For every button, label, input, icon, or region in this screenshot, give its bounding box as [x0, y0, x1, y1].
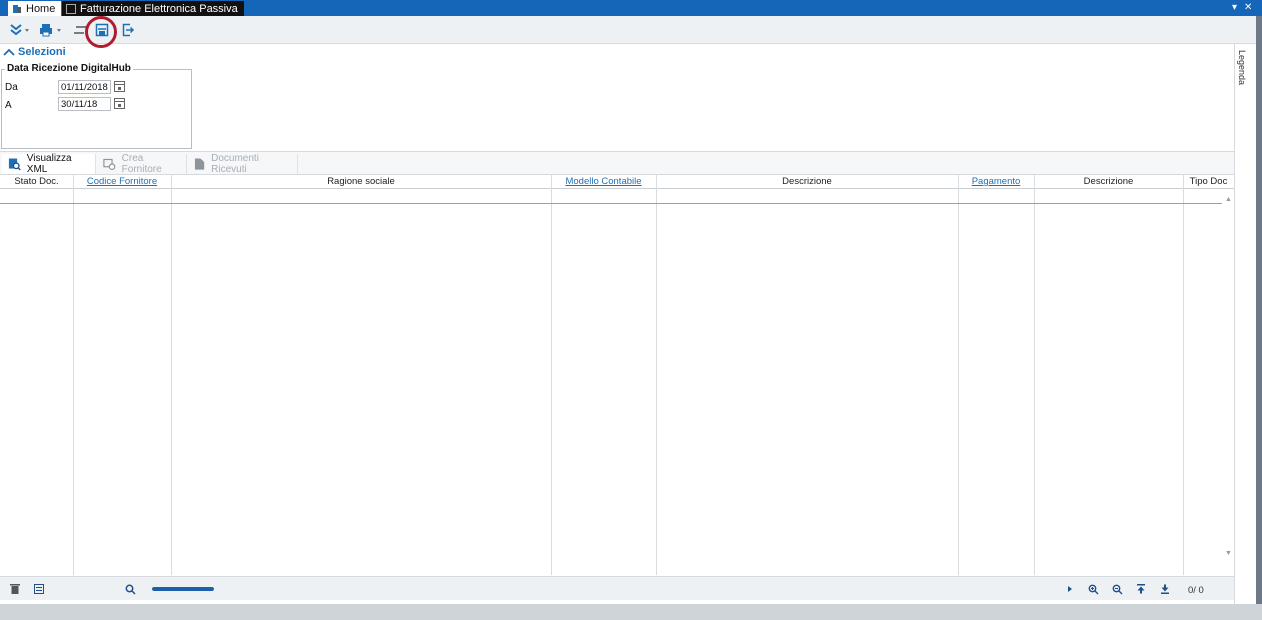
last-record-button[interactable]: [1158, 582, 1172, 596]
first-record-button[interactable]: [1134, 582, 1148, 596]
progress-fill: [152, 587, 214, 591]
column-divider: [958, 175, 959, 575]
received-documents-label: Documenti Ricevuti: [211, 153, 259, 175]
legend-label: Legenda: [1237, 50, 1247, 86]
search-button[interactable]: [123, 582, 137, 596]
document-icon: [194, 158, 205, 170]
column-tipo-doc[interactable]: Tipo Doc: [1183, 176, 1234, 187]
column-divider: [656, 175, 657, 575]
arrow-to-bottom-icon: [1161, 584, 1169, 594]
to-label: A: [5, 100, 12, 111]
highlight-circle: [85, 16, 117, 48]
scroll-down-icon[interactable]: ▼: [1225, 550, 1232, 557]
arrow-to-top-icon: [1137, 584, 1145, 594]
action-bar: Visualizza XML Crea Fornitore Documenti …: [0, 151, 1234, 175]
date-group-title: Data Ricezione DigitalHub: [5, 63, 133, 74]
expand-menu-button[interactable]: [8, 21, 32, 39]
documents-grid: Stato Doc. Codice Fornitore Ragione soci…: [0, 175, 1234, 575]
selection-header[interactable]: Selezioni: [3, 46, 66, 58]
toolbar: [0, 16, 1256, 44]
tab-home[interactable]: Home: [8, 1, 62, 16]
next-page-button[interactable]: [1063, 582, 1077, 596]
create-supplier-icon: [103, 158, 116, 171]
legend-panel[interactable]: Legenda: [1234, 44, 1256, 604]
home-icon: [12, 4, 22, 14]
create-supplier-button[interactable]: Crea Fornitore: [97, 153, 187, 175]
delete-button[interactable]: [8, 582, 22, 596]
filter-row[interactable]: [0, 190, 1222, 204]
tab-list-dropdown-icon[interactable]: ▾: [1232, 2, 1237, 14]
grid-header: Stato Doc. Codice Fornitore Ragione soci…: [0, 175, 1234, 189]
print-icon: [40, 24, 61, 37]
tab-fatturazione-passiva[interactable]: Fatturazione Elettronica Passiva: [62, 1, 244, 16]
double-chevron-down-icon: [10, 24, 29, 36]
list-icon: [34, 584, 44, 594]
column-stato-doc[interactable]: Stato Doc.: [0, 176, 73, 187]
column-divider: [551, 175, 552, 575]
grid-footer: 0/ 0: [0, 576, 1234, 600]
close-icon[interactable]: ✕: [1244, 2, 1252, 14]
view-xml-label: Visualizza XML: [26, 153, 72, 175]
document-icon: [66, 3, 76, 14]
progress-bar: [152, 587, 214, 591]
trash-icon: [10, 584, 20, 594]
tab-bar: Home Fatturazione Elettronica Passiva ▾ …: [0, 0, 1262, 16]
search-icon: [125, 584, 136, 595]
vertical-scrollbar[interactable]: ▲ ▼: [1223, 190, 1234, 575]
zoom-in-button[interactable]: [1086, 582, 1100, 596]
column-divider: [73, 175, 74, 575]
exit-button[interactable]: [120, 21, 136, 39]
record-counter: 0/ 0: [1188, 585, 1204, 596]
zoom-in-icon: [1088, 584, 1098, 594]
tab-home-label: Home: [26, 2, 56, 15]
column-codice-fornitore[interactable]: Codice Fornitore: [73, 176, 171, 187]
window-bottom-edge: [0, 604, 1262, 620]
column-modello-contabile[interactable]: Modello Contabile: [551, 176, 656, 187]
to-date-input[interactable]: [58, 97, 111, 111]
from-label: Da: [5, 82, 18, 93]
column-divider: [1183, 175, 1184, 575]
chevron-up-icon: [3, 48, 15, 56]
column-descrizione[interactable]: Descrizione: [656, 176, 958, 187]
column-pagamento[interactable]: Pagamento: [958, 176, 1034, 187]
from-date-input[interactable]: [58, 80, 111, 94]
create-supplier-label: Crea Fornitore: [121, 153, 162, 175]
zoom-out-button[interactable]: [1110, 582, 1124, 596]
scroll-up-icon[interactable]: ▲: [1225, 196, 1232, 203]
tab-active-label: Fatturazione Elettronica Passiva: [80, 2, 238, 15]
column-divider: [1034, 175, 1035, 575]
view-xml-icon: [8, 158, 21, 171]
play-icon: [1068, 586, 1072, 592]
calendar-icon[interactable]: [114, 98, 125, 109]
received-documents-button[interactable]: Documenti Ricevuti: [188, 153, 298, 175]
print-button[interactable]: [38, 21, 64, 39]
list-view-button[interactable]: [32, 582, 46, 596]
column-ragione-sociale[interactable]: Ragione sociale: [171, 176, 551, 187]
zoom-out-icon: [1112, 584, 1122, 594]
exit-icon: [122, 23, 135, 37]
selection-header-label: Selezioni: [18, 46, 66, 58]
window-edge: [1256, 16, 1262, 620]
view-xml-button[interactable]: Visualizza XML: [2, 153, 96, 175]
column-descrizione-pagamento[interactable]: Descrizione: [1034, 176, 1183, 187]
calendar-icon[interactable]: [114, 81, 125, 92]
column-divider: [171, 175, 172, 575]
